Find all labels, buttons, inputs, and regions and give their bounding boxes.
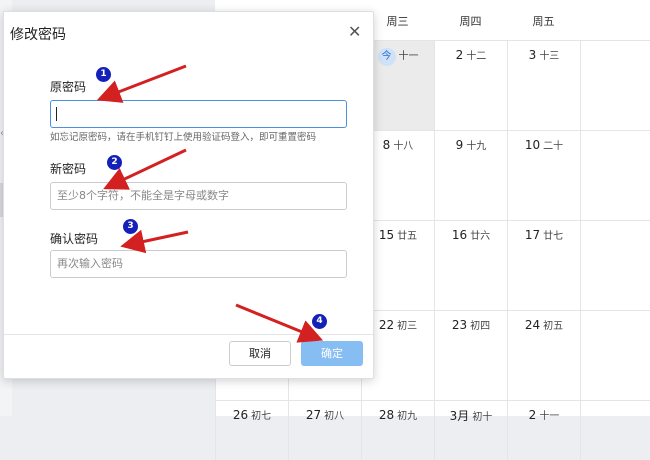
annotation-marker-4: 4	[312, 314, 327, 329]
annotation-arrows	[96, 64, 324, 343]
annotation-arrow-3	[120, 229, 189, 254]
annotation-arrow-4	[235, 303, 324, 343]
annotation-arrow-2	[103, 148, 187, 190]
annotation-marker-3: 3	[123, 219, 138, 234]
annotation-marker-1: 1	[96, 67, 111, 82]
annotation-arrow-1	[96, 64, 187, 103]
annotation-marker-2: 2	[107, 155, 122, 170]
